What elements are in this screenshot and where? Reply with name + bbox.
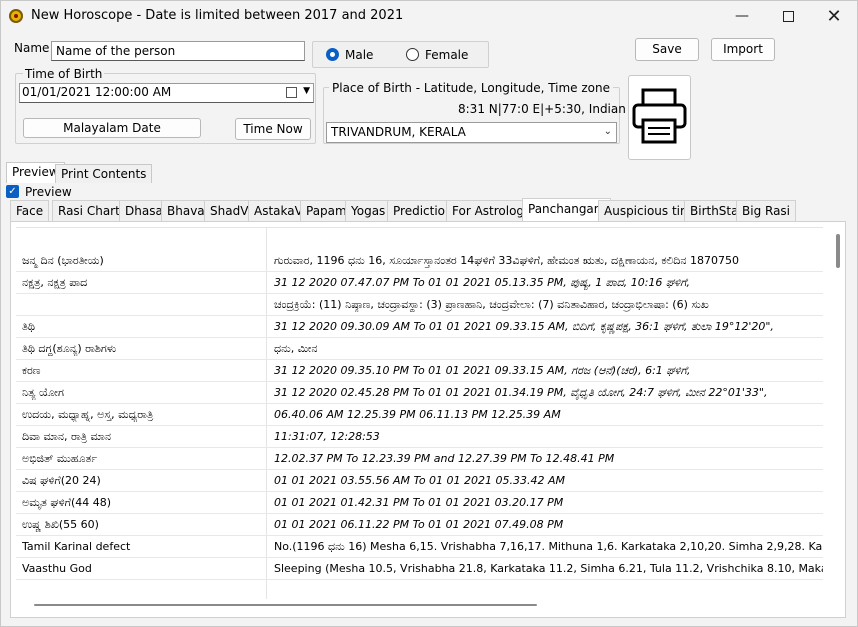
calendar-icon[interactable] (286, 87, 297, 98)
sun-icon (9, 9, 23, 23)
row-value: 01 01 2021 03.55.56 AM To 01 01 2021 05.… (274, 474, 566, 487)
time-now-button[interactable]: Time Now (235, 118, 311, 140)
printer-icon (632, 88, 687, 144)
horizontal-scrollbar[interactable] (34, 604, 537, 606)
male-radio[interactable] (326, 48, 339, 61)
row-label: ಅಮೃತ ಘಳಿಗೆ(44 48) (22, 496, 112, 509)
table-row: Vaasthu God Sleeping (Mesha 10.5, Vrishab… (16, 558, 823, 580)
row-value: 01 01 2021 01.42.31 PM To 01 01 2021 03.… (274, 496, 564, 509)
row-value: ಗುರುವಾರ, 1196 ಧನು 16, ಸೂರ್ಯಾಸ್ತಾನಂತರ 14ಘ… (274, 254, 739, 267)
row-label: ಜನ್ಮ ದಿನ (ಭಾರತೀಯ) (22, 254, 104, 267)
birth-datetime-value: 01/01/2021 12:00:00 AM (22, 85, 172, 99)
row-value: 12.02.37 PM To 12.23.39 PM and 12.27.39 … (274, 452, 615, 465)
row-value: No.(1196 ಧನು 16) Mesha 6,15. Vrishabha 7… (274, 540, 823, 553)
table-row: ಚಂದ್ರಕ್ರಿಯೆ: (11) ನಿಷ್ಠಾಣ, ಚಂದ್ರಾವಸ್ಥಾ: … (16, 294, 823, 316)
birth-datetime-picker[interactable]: 01/01/2021 12:00:00 AM ▼ (19, 83, 314, 103)
row-value: Sleeping (Mesha 10.5, Vrishabha 21.8, Ka… (274, 562, 823, 575)
place-value: TRIVANDRUM, KERALA (331, 125, 466, 139)
row-value: 31 12 2020 09.30.09 AM To 01 01 2021 09.… (274, 320, 774, 333)
horoscope-window: New Horoscope - Date is limited between … (0, 0, 858, 627)
malayalam-date-button[interactable]: Malayalam Date (23, 118, 201, 138)
row-label: Tamil Karinal defect (22, 540, 131, 553)
row-value: ಚಂದ್ರಕ್ರಿಯೆ: (11) ನಿಷ್ಠಾಣ, ಚಂದ್ರಾವಸ್ಥಾ: … (274, 298, 709, 311)
name-label: Name (14, 41, 50, 55)
table-row: ಜನ್ಮ ದಿನ (ಭಾರತೀಯ) ಗುರುವಾರ, 1196 ಧನು 16, ಸ… (16, 250, 823, 272)
chevron-down-icon[interactable]: ▼ (303, 86, 310, 96)
tab-print-contents[interactable]: Print Contents (55, 164, 153, 183)
row-label: ನಕ್ಷತ್ರ, ನಕ್ಷತ್ರ ಪಾದ (22, 276, 88, 289)
row-label: ತಿಥಿ (22, 320, 35, 333)
place-of-birth-label: Place of Birth - Latitude, Longitude, Ti… (329, 81, 614, 95)
row-value: 31 12 2020 02.45.28 PM To 01 01 2021 01.… (274, 386, 768, 399)
row-value: ಧನು, ಮೀನ (274, 342, 318, 355)
table-row: ದಿವಾ ಮಾನ, ರಾತ್ರಿ ಮಾನ 11:31:07, 12:28:53 (16, 426, 823, 448)
import-button[interactable]: Import (711, 38, 775, 61)
table-row: Tamil Karinal defect No.(1196 ಧನು 16) Mes… (16, 536, 823, 558)
minimize-button[interactable]: — (719, 1, 765, 32)
row-value: 06.40.06 AM 12.25.39 PM 06.11.13 PM 12.2… (274, 408, 561, 421)
window-title: New Horoscope - Date is limited between … (31, 8, 404, 23)
place-select[interactable]: TRIVANDRUM, KERALA ⌄ (326, 122, 617, 143)
row-label: ವಿಷ ಘಳಿಗೆ(20 24) (22, 474, 101, 487)
table-row: ವಿಷ ಘಳಿಗೆ(20 24) 01 01 2021 03.55.56 AM T… (16, 470, 823, 492)
tab-shadv[interactable]: ShadV (204, 200, 255, 221)
table-row: ತಿಥಿ 31 12 2020 09.30.09 AM To 01 01 2021… (16, 316, 823, 338)
table-row: ಅಮೃತ ಘಳಿಗೆ(44 48) 01 01 2021 01.42.31 PM … (16, 492, 823, 514)
row-label: ದಿವಾ ಮಾನ, ರಾತ್ರಿ ಮಾನ (22, 430, 111, 443)
table-row: ನಿತ್ಯ ಯೋಗ 31 12 2020 02.45.28 PM To 01 01… (16, 382, 823, 404)
table-row: ಉಷ್ಣ ಶಿಖಿ(55 60) 01 01 2021 06.11.22 PM T… (16, 514, 823, 536)
table-row: ನಕ್ಷತ್ರ, ನಕ್ಷತ್ರ ಪಾದ 31 12 2020 07.47.07 … (16, 272, 823, 294)
row-value: 01 01 2021 06.11.22 PM To 01 01 2021 07.… (274, 518, 564, 531)
print-button[interactable] (628, 75, 691, 160)
title-bar: New Horoscope - Date is limited between … (1, 1, 857, 32)
row-label: ನಿತ್ಯ ಯೋಗ (22, 386, 64, 399)
row-label: ಉಷ್ಣ ಶಿಖಿ(55 60) (22, 518, 99, 531)
name-input[interactable]: Name of the person (51, 41, 305, 61)
row-label: ತಿಥಿ ದಗ್ಧ(ಶೂನ್ಯ) ರಾಶಿಗಳು (22, 342, 117, 355)
row-value: 31 12 2020 09.35.10 PM To 01 01 2021 09.… (274, 364, 691, 377)
panchangam-panel: ಜನ್ಮ ದಿನ (ಭಾರತೀಯ) ಗುರುವಾರ, 1196 ಧನು 16, ಸ… (10, 221, 846, 618)
row-value: 31 12 2020 07.47.07 PM To 01 01 2021 05.… (274, 276, 691, 289)
tab-yogas[interactable]: Yogas (345, 200, 392, 221)
tab-big-rasi[interactable]: Big Rasi (736, 200, 797, 221)
female-radio[interactable] (406, 48, 419, 61)
male-label: Male (345, 48, 374, 62)
preview-checkbox[interactable]: ✓ (6, 185, 19, 198)
save-button[interactable]: Save (635, 38, 699, 61)
row-label: Vaasthu God (22, 562, 92, 575)
chevron-down-icon: ⌄ (603, 126, 612, 137)
table-row: ತಿಥಿ ದಗ್ಧ(ಶೂನ್ಯ) ರಾಶಿಗಳು ಧನು, ಮೀನ (16, 338, 823, 360)
table-row: ಉದಯ, ಮಧ್ಯಾಹ್ನ, ಅಸ್ತ, ಮಧ್ಯರಾತ್ರಿ 06.40.06 … (16, 404, 823, 426)
row-label: ಕರಣ (22, 364, 41, 377)
maximize-button[interactable] (765, 1, 811, 32)
table-row: ಅಭಿಜಿತ್ ಮುಹೂರ್ತ 12.02.37 PM To 12.23.39 P… (16, 448, 823, 470)
row-label: ಉದಯ, ಮಧ್ಯಾಹ್ನ, ಅಸ್ತ, ಮಧ್ಯರಾತ್ರಿ (22, 408, 154, 421)
tab-face[interactable]: Face (10, 200, 50, 221)
time-of-birth-label: Time of Birth (23, 67, 105, 81)
table-row: ಕರಣ 31 12 2020 09.35.10 PM To 01 01 2021 … (16, 360, 823, 382)
preview-checkbox-label: Preview (25, 185, 72, 199)
row-value: 11:31:07, 12:28:53 (274, 430, 380, 443)
panchangam-grid: ಜನ್ಮ ದಿನ (ಭಾರತೀಯ) ಗುರುವಾರ, 1196 ಧನು 16, ಸ… (16, 227, 823, 599)
close-button[interactable]: ✕ (811, 1, 857, 32)
vertical-scrollbar[interactable] (836, 234, 840, 268)
gender-group: Male Female (312, 41, 489, 68)
female-label: Female (425, 48, 469, 62)
maximize-icon (782, 10, 794, 22)
row-label: ಅಭಿಜಿತ್ ಮುಹೂರ್ತ (22, 452, 98, 465)
